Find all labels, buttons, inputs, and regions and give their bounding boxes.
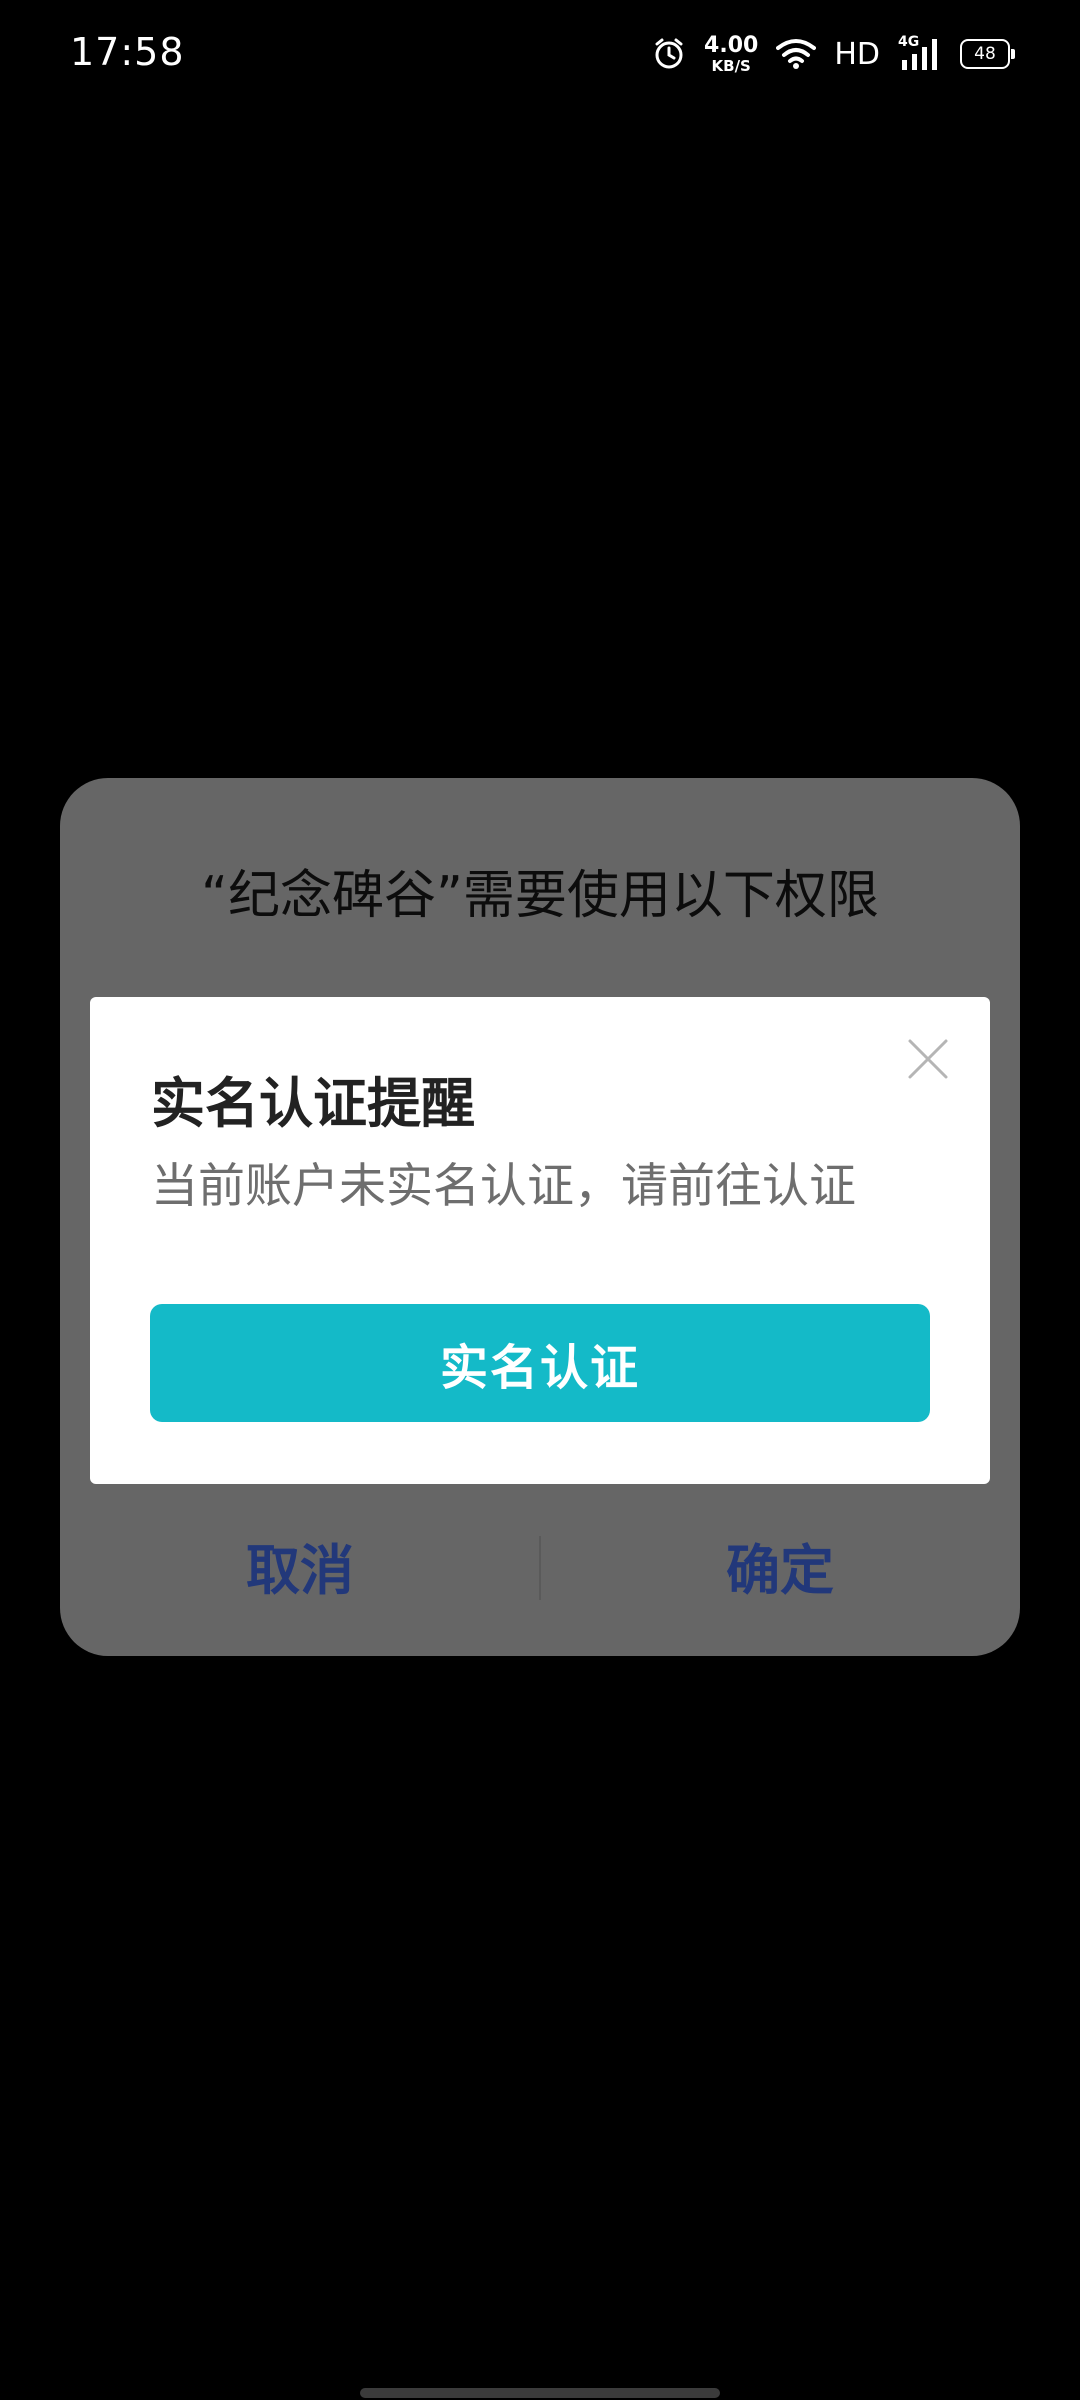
cancel-button[interactable]: 取消 bbox=[60, 1536, 540, 1606]
status-bar: 17:58 4.00 KB/S HD 4G 48 bbox=[0, 0, 1080, 110]
permission-dialog-title: “纪念碑谷”需要使用以下权限 bbox=[201, 866, 879, 926]
wifi-icon bbox=[776, 39, 817, 69]
modal-description: 当前账户未实名认证，请前往认证 bbox=[151, 1159, 856, 1214]
net-speed-value: 4.00 bbox=[704, 32, 759, 58]
close-icon[interactable] bbox=[906, 1037, 950, 1081]
realname-modal: 实名认证提醒 当前账户未实名认证，请前往认证 实名认证 bbox=[90, 997, 990, 1484]
status-time: 17:58 bbox=[70, 30, 185, 74]
net-speed: 4.00 KB/S bbox=[704, 32, 759, 75]
alarm-icon bbox=[655, 38, 683, 69]
battery-level: 48 bbox=[974, 44, 996, 64]
realname-verify-button[interactable]: 实名认证 bbox=[150, 1304, 930, 1422]
hd-label: HD bbox=[834, 36, 880, 72]
signal-icon: 4G bbox=[898, 34, 942, 72]
net-speed-unit: KB/S bbox=[711, 56, 751, 75]
modal-title: 实名认证提醒 bbox=[151, 1072, 475, 1135]
battery-icon: 48 bbox=[960, 39, 1015, 69]
confirm-button[interactable]: 确定 bbox=[540, 1536, 1020, 1606]
status-icons: 4.00 KB/S HD 4G 48 bbox=[652, 30, 1015, 78]
home-indicator[interactable] bbox=[360, 2388, 720, 2398]
